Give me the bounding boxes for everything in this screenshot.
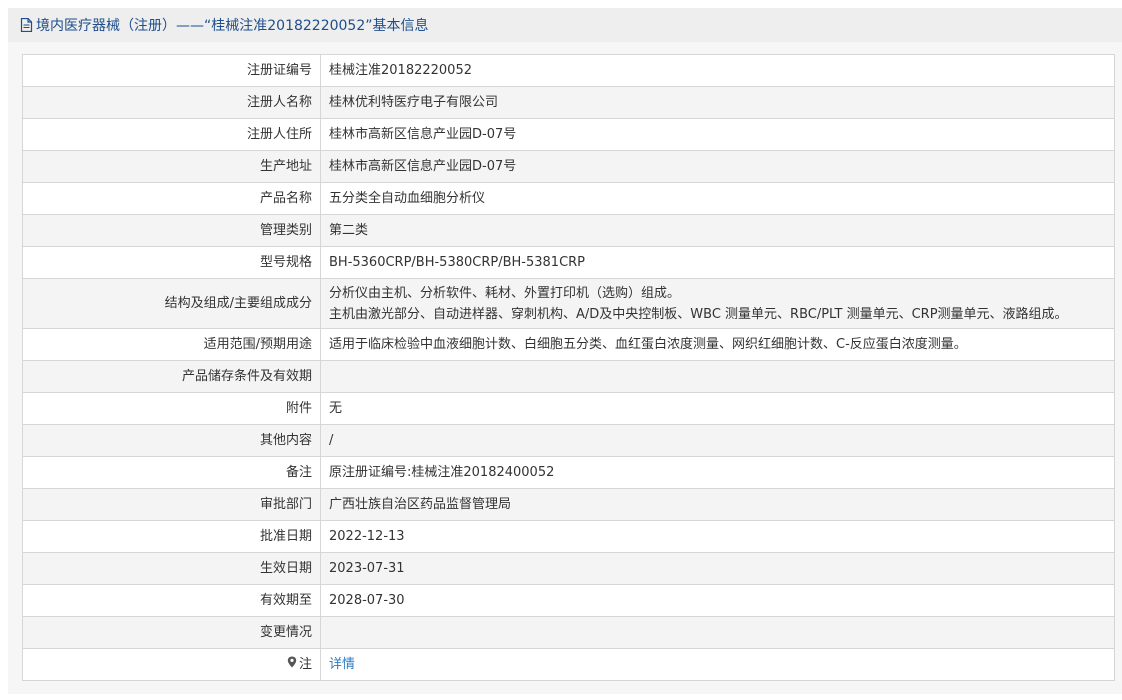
row-value: 第二类 (320, 214, 1115, 247)
row-value: 广西壮族自治区药品监督管理局 (320, 488, 1115, 521)
document-icon (20, 18, 33, 32)
row-value: 分析仪由主机、分析软件、耗材、外置打印机（选购）组成。 主机由激光部分、自动进样… (320, 278, 1115, 329)
row-value: 桂林优利特医疗电子有限公司 (320, 86, 1115, 119)
table-row: 产品名称 五分类全自动血细胞分析仪 (22, 182, 1115, 215)
table-row: 适用范围/预期用途 适用于临床检验中血液细胞计数、白细胞五分类、血红蛋白浓度测量… (22, 328, 1115, 361)
table-row: 注册人名称 桂林优利特医疗电子有限公司 (22, 86, 1115, 119)
row-label: 管理类别 (22, 214, 321, 247)
table-row: 附件 无 (22, 392, 1115, 425)
table-row: 变更情况 (22, 616, 1115, 649)
row-value: / (320, 424, 1115, 457)
row-value: 适用于临床检验中血液细胞计数、白细胞五分类、血红蛋白浓度测量、网织红细胞计数、C… (320, 328, 1115, 361)
info-table: 注册证编号 桂械注准20182220052 注册人名称 桂林优利特医疗电子有限公… (22, 54, 1115, 681)
row-label: 适用范围/预期用途 (22, 328, 321, 361)
row-value: 详情 (320, 648, 1115, 681)
row-label: 产品名称 (22, 182, 321, 215)
row-label: 注 (22, 648, 321, 681)
page-title: 境内医疗器械（注册）——“桂械注准20182220052”基本信息 (36, 18, 429, 34)
table-row: 生效日期 2023-07-31 (22, 552, 1115, 585)
row-value: 无 (320, 392, 1115, 425)
row-value: 桂林市高新区信息产业园D-07号 (320, 150, 1115, 183)
row-value (320, 360, 1115, 393)
table-row: 型号规格 BH-5360CRP/BH-5380CRP/BH-5381CRP (22, 246, 1115, 279)
row-value: BH-5360CRP/BH-5380CRP/BH-5381CRP (320, 246, 1115, 279)
table-row: 注册人住所 桂林市高新区信息产业园D-07号 (22, 118, 1115, 151)
details-link[interactable]: 详情 (329, 657, 355, 672)
info-panel: 注册证编号 桂械注准20182220052 注册人名称 桂林优利特医疗电子有限公… (8, 42, 1122, 694)
value-line: 分析仪由主机、分析软件、耗材、外置打印机（选购）组成。 (329, 285, 681, 301)
table-row: 其他内容 / (22, 424, 1115, 457)
row-label: 备注 (22, 456, 321, 489)
row-label: 生产地址 (22, 150, 321, 183)
table-row: 备注 原注册证编号:桂械注准20182400052 (22, 456, 1115, 489)
table-row: 审批部门 广西壮族自治区药品监督管理局 (22, 488, 1115, 521)
table-row: 有效期至 2028-07-30 (22, 584, 1115, 617)
row-value: 2022-12-13 (320, 520, 1115, 553)
row-label: 注册人名称 (22, 86, 321, 119)
row-label: 产品储存条件及有效期 (22, 360, 321, 393)
note-label: 注 (298, 657, 312, 672)
row-label: 结构及组成/主要组成成分 (22, 278, 321, 329)
table-row: 产品储存条件及有效期 (22, 360, 1115, 393)
page-header: 境内医疗器械（注册）——“桂械注准20182220052”基本信息 (8, 8, 1122, 43)
row-label: 审批部门 (22, 488, 321, 521)
table-row: 注册证编号 桂械注准20182220052 (22, 54, 1115, 87)
row-label: 批准日期 (22, 520, 321, 553)
row-value: 桂林市高新区信息产业园D-07号 (320, 118, 1115, 151)
row-label: 其他内容 (22, 424, 321, 457)
row-value: 桂械注准20182220052 (320, 54, 1115, 87)
table-row: 结构及组成/主要组成成分 分析仪由主机、分析软件、耗材、外置打印机（选购）组成。… (22, 278, 1115, 329)
row-label: 注册证编号 (22, 54, 321, 87)
table-row: 生产地址 桂林市高新区信息产业园D-07号 (22, 150, 1115, 183)
row-value: 五分类全自动血细胞分析仪 (320, 182, 1115, 215)
row-label: 附件 (22, 392, 321, 425)
table-row: 批准日期 2022-12-13 (22, 520, 1115, 553)
map-pin-icon (287, 654, 297, 675)
row-label: 生效日期 (22, 552, 321, 585)
row-label: 注册人住所 (22, 118, 321, 151)
table-row: 注 详情 (22, 648, 1115, 681)
value-line: 主机由激光部分、自动进样器、穿刺机构、A/D及中央控制板、WBC 测量单元、RB… (329, 306, 1068, 322)
row-value: 原注册证编号:桂械注准20182400052 (320, 456, 1115, 489)
row-label: 有效期至 (22, 584, 321, 617)
row-value: 2028-07-30 (320, 584, 1115, 617)
table-row: 管理类别 第二类 (22, 214, 1115, 247)
row-label: 变更情况 (22, 616, 321, 649)
row-value: 2023-07-31 (320, 552, 1115, 585)
row-label: 型号规格 (22, 246, 321, 279)
row-value (320, 616, 1115, 649)
